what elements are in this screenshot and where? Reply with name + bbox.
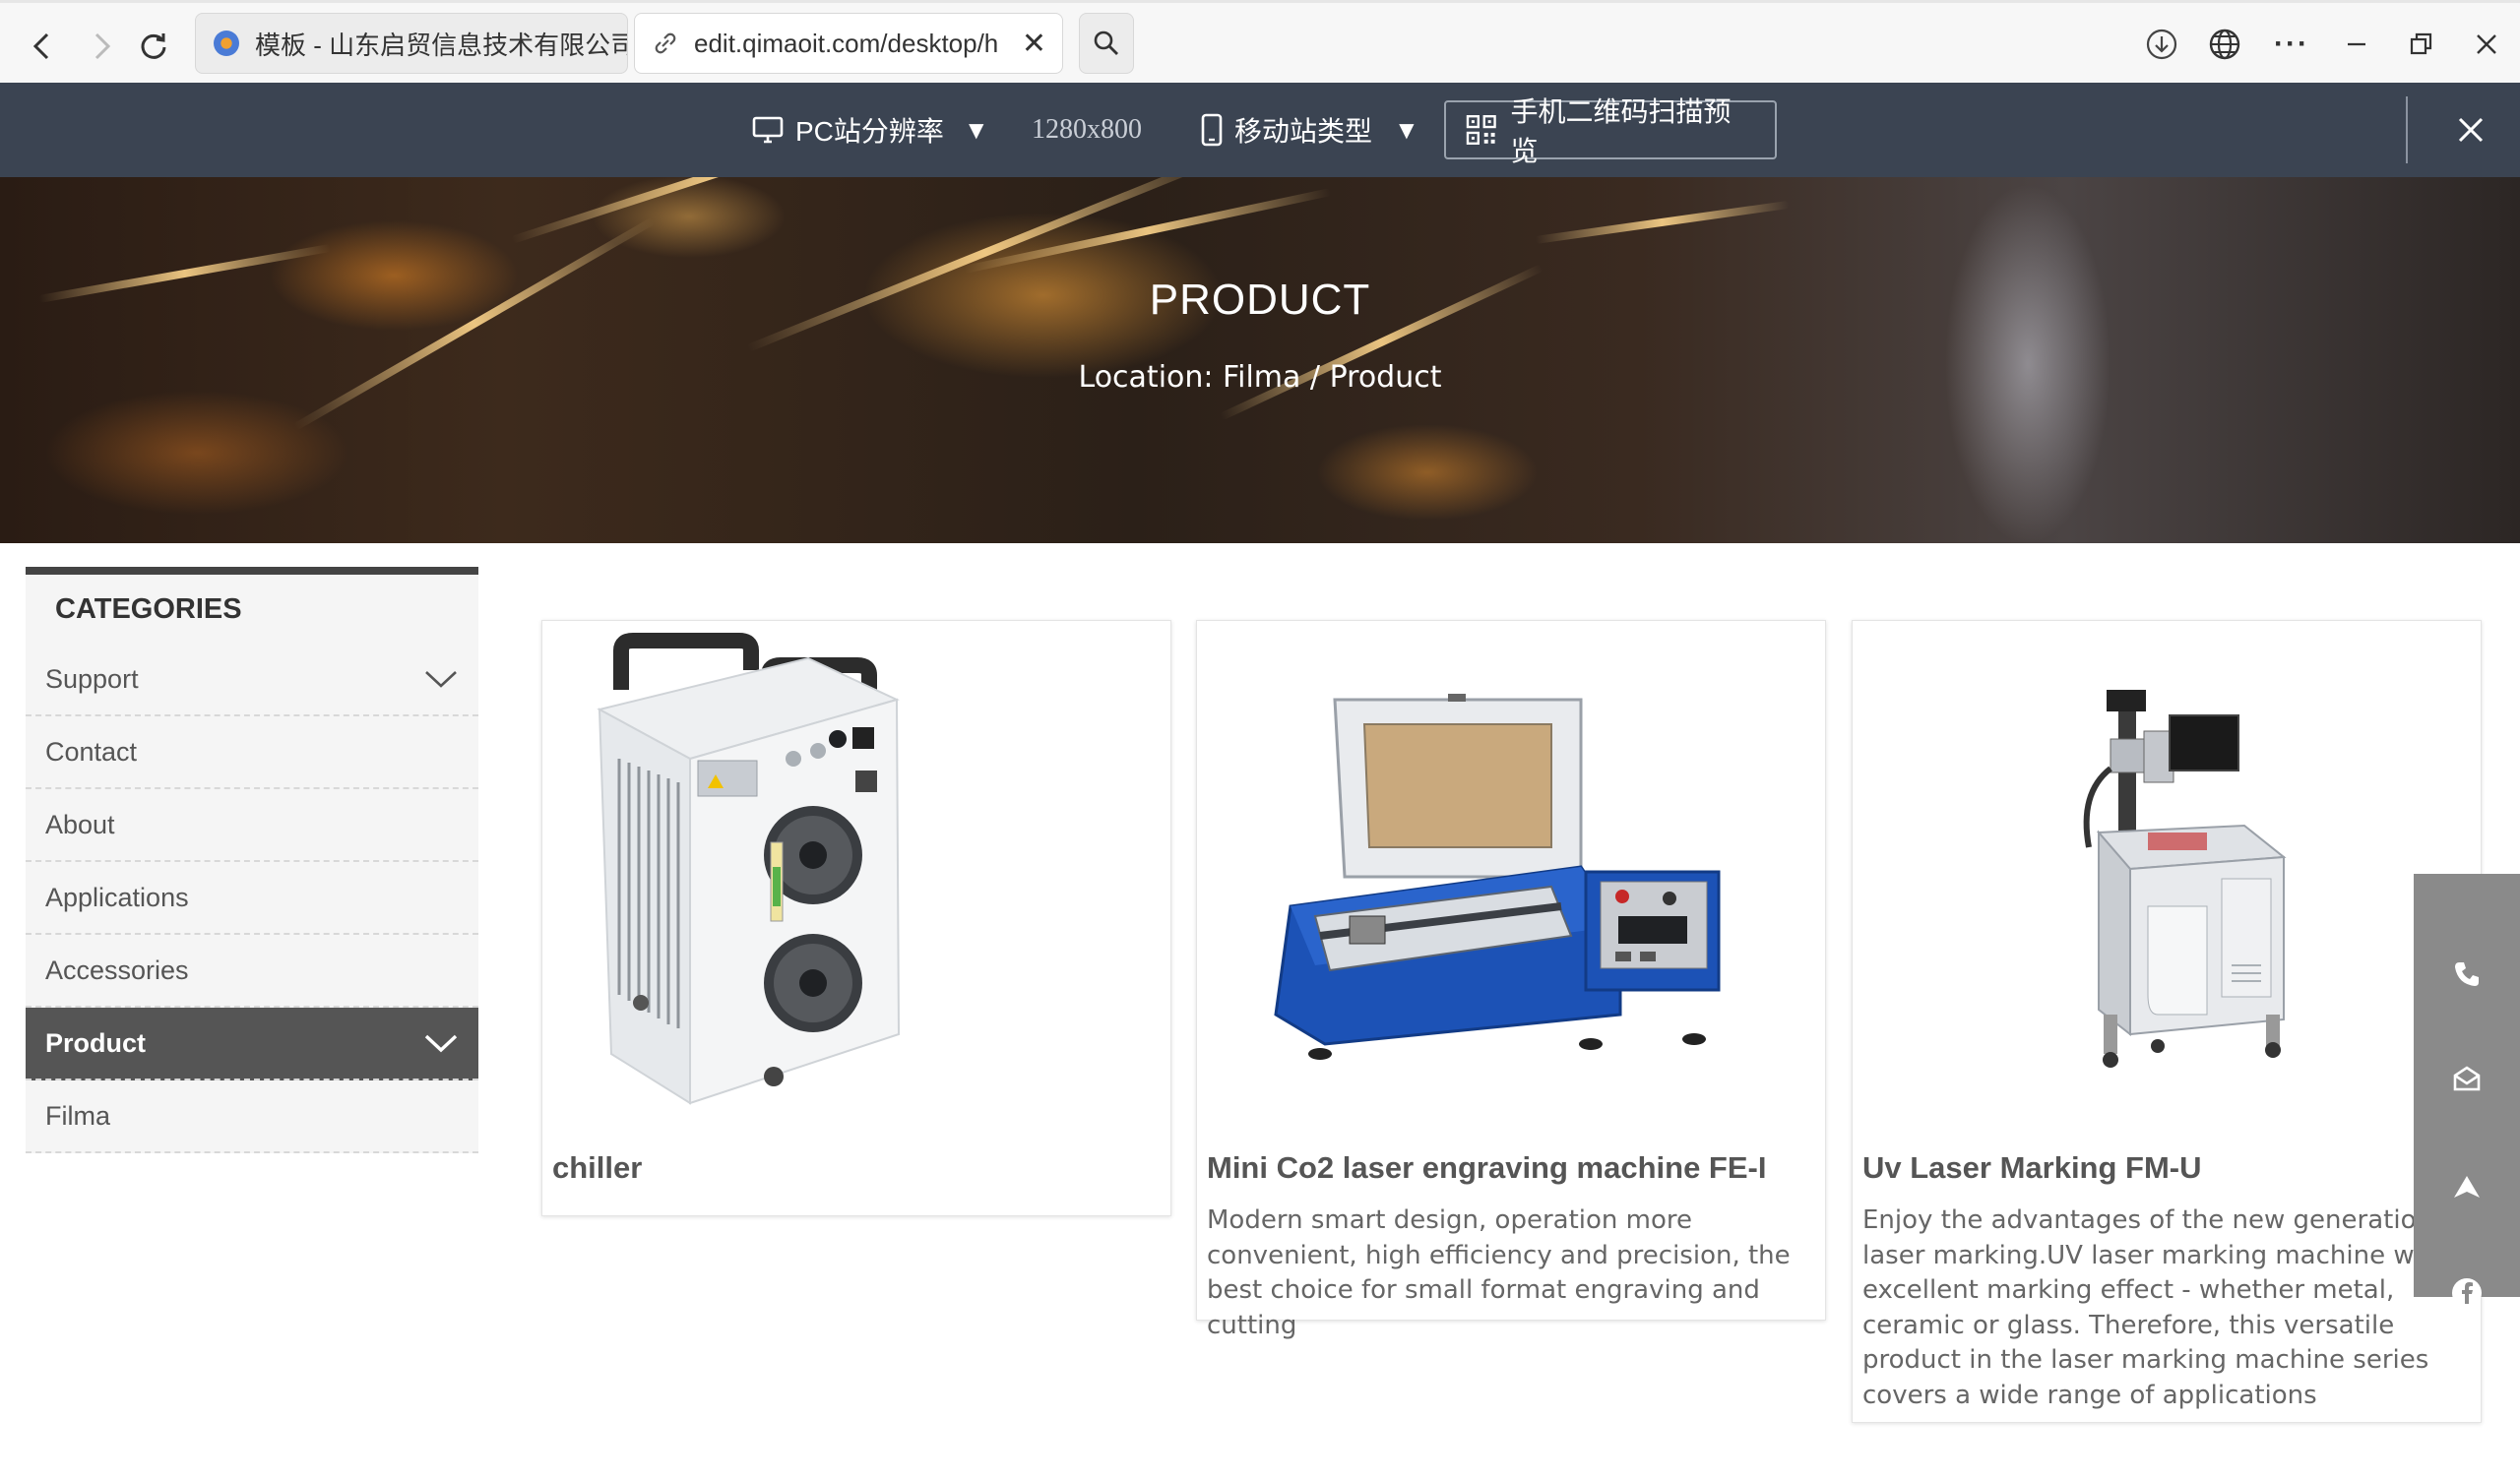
globe-icon[interactable] xyxy=(2201,23,2248,66)
browser-chrome: 模板 - 山东启贸信息技术有限公司 edit.qimaoit.com/deskt… xyxy=(0,0,2520,83)
download-icon[interactable] xyxy=(2138,23,2185,66)
co2-engraver-image xyxy=(1274,694,1721,1060)
spark-streak xyxy=(1535,200,1791,244)
reload-icon[interactable] xyxy=(132,25,175,68)
page-banner: PRODUCT Location: Filma / Product xyxy=(0,177,2520,543)
sidebar-item-filma[interactable]: Filma xyxy=(26,1080,478,1153)
resolution-value: 1280x800 xyxy=(1032,114,1142,145)
product-title[interactable]: Uv Laser Marking FM-U xyxy=(1862,1150,2202,1186)
preview-toolbar: PC站分辨率 ▼ 1280x800 移动站类型 ▼ 手机二维码扫描预览 xyxy=(0,83,2520,177)
tab-title: edit.qimaoit.com/desktop/h xyxy=(694,28,999,58)
phone-icon[interactable] xyxy=(2414,925,2520,1023)
categories-sidebar: CATEGORIES Support Contact About Applica… xyxy=(26,567,478,1153)
sidebar-item-support[interactable]: Support xyxy=(26,644,478,716)
chevron-down-icon[interactable] xyxy=(423,667,459,691)
product-title[interactable]: Mini Co2 laser engraving machine FE-I xyxy=(1207,1150,1766,1186)
product-image-uv-marker[interactable] xyxy=(1853,621,2481,1123)
qr-code-icon xyxy=(1466,115,1496,145)
sidebar-item-applications[interactable]: Applications xyxy=(26,862,478,935)
pc-resolution-dropdown[interactable]: PC站分辨率 ▼ xyxy=(752,83,989,177)
product-card[interactable]: Uv Laser Marking FM-U Enjoy the advantag… xyxy=(1852,620,2482,1423)
product-description: Modern smart design, operation more conv… xyxy=(1207,1205,1791,1340)
pc-resolution-label: PC站分辨率 xyxy=(795,116,944,147)
toolbar-divider xyxy=(2406,96,2408,163)
mobile-type-dropdown[interactable]: 移动站类型 ▼ xyxy=(1201,83,1419,177)
product-card[interactable]: chiller xyxy=(541,620,1171,1216)
back-icon[interactable] xyxy=(20,25,63,68)
sidebar-item-label: Product xyxy=(45,1027,147,1058)
sidebar-item-contact[interactable]: Contact xyxy=(26,716,478,789)
facebook-icon[interactable] xyxy=(2414,1244,2520,1342)
spark-streak xyxy=(964,188,1332,274)
minimize-icon[interactable] xyxy=(2333,23,2380,66)
caret-down-icon: ▼ xyxy=(1394,114,1419,145)
spark-streak xyxy=(510,177,907,244)
forward-icon[interactable] xyxy=(81,25,124,68)
email-icon[interactable] xyxy=(2414,1029,2520,1128)
close-window-icon[interactable] xyxy=(2463,23,2510,66)
sidebar-item-label: Applications xyxy=(45,882,189,912)
sidebar-heading: CATEGORIES xyxy=(26,575,478,644)
product-image-chiller[interactable] xyxy=(542,621,1170,1123)
qr-preview-button[interactable]: 手机二维码扫描预览 xyxy=(1444,96,1777,166)
chiller-image xyxy=(597,633,901,1105)
sidebar-item-accessories[interactable]: Accessories xyxy=(26,935,478,1008)
tab-editor[interactable]: edit.qimaoit.com/desktop/h ✕ xyxy=(634,13,1063,74)
tab-template[interactable]: 模板 - 山东启贸信息技术有限公司 xyxy=(195,13,628,74)
product-title[interactable]: chiller xyxy=(552,1150,642,1186)
more-icon[interactable]: ··· xyxy=(2268,23,2315,66)
tab-title: 模板 - 山东启贸信息技术有限公司 xyxy=(255,30,627,60)
back-to-top-icon[interactable] xyxy=(2414,1138,2520,1236)
site-favicon-icon xyxy=(214,31,239,56)
sidebar-item-label: Filma xyxy=(45,1100,110,1131)
chevron-down-icon[interactable] xyxy=(423,1031,459,1055)
caret-down-icon: ▼ xyxy=(963,114,989,145)
search-icon[interactable] xyxy=(1079,13,1134,74)
sidebar-item-label: Support xyxy=(45,663,139,694)
restore-icon[interactable] xyxy=(2398,23,2445,66)
breadcrumb: Location: Filma / Product xyxy=(1078,360,1442,395)
sidebar-item-about[interactable]: About xyxy=(26,789,478,862)
sidebar-item-label: About xyxy=(45,809,115,839)
sidebar-item-product[interactable]: Product xyxy=(26,1008,478,1080)
sidebar-item-label: Contact xyxy=(45,736,138,767)
product-description: Enjoy the advantages of the new generati… xyxy=(1862,1205,2466,1410)
link-icon xyxy=(653,31,678,56)
sidebar-item-label: Accessories xyxy=(45,955,189,985)
page-title: PRODUCT xyxy=(1149,276,1371,324)
qr-preview-label: 手机二维码扫描预览 xyxy=(1510,96,1732,166)
product-image-co2-engraver[interactable] xyxy=(1197,621,1825,1123)
close-preview-icon[interactable] xyxy=(2441,100,2500,159)
close-tab-icon[interactable]: ✕ xyxy=(1022,27,1046,61)
product-card[interactable]: Mini Co2 laser engraving machine FE-I Mo… xyxy=(1196,620,1826,1340)
monitor-icon xyxy=(752,116,784,144)
floating-contact-bar xyxy=(2414,874,2520,1308)
uv-marker-image xyxy=(2083,690,2287,1068)
phone-device-icon xyxy=(1201,113,1223,147)
mobile-type-label: 移动站类型 xyxy=(1234,116,1373,147)
sidebar-top-bar xyxy=(26,567,478,575)
